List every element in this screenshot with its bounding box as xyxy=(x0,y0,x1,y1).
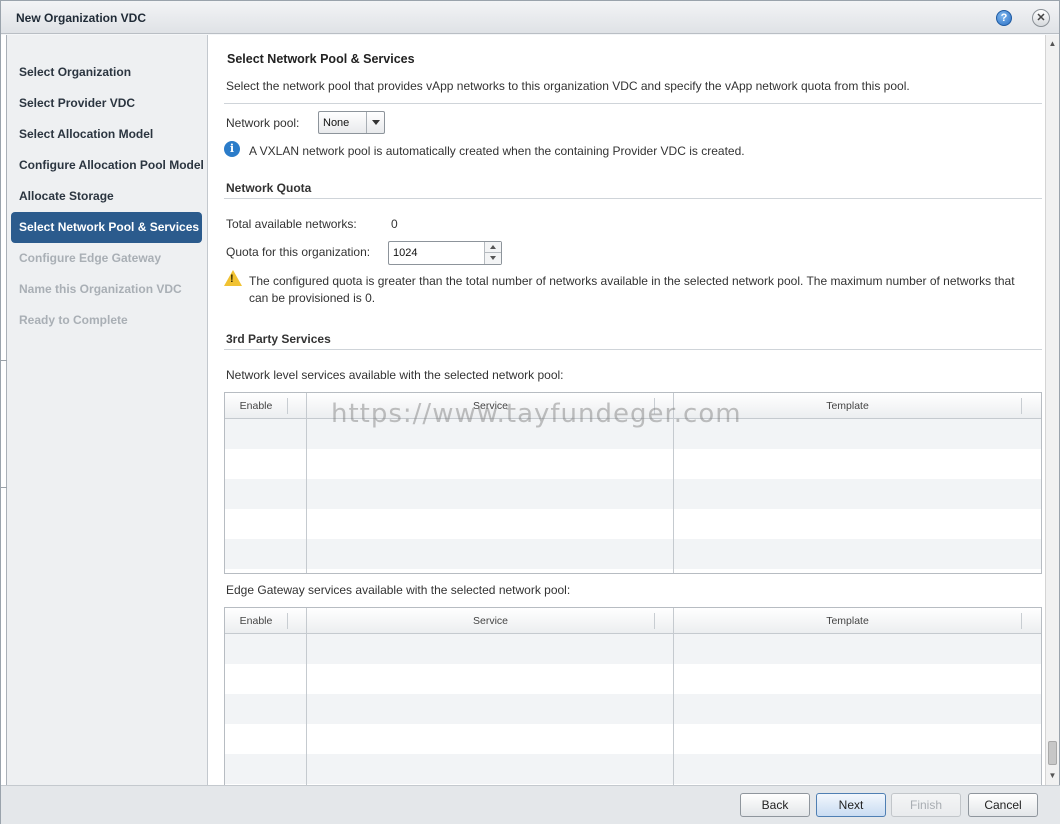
table-row xyxy=(225,509,1041,539)
scroll-up-icon[interactable]: ▲ xyxy=(1048,39,1057,48)
table-row xyxy=(225,724,1041,754)
column-line xyxy=(673,608,674,785)
edge-services-label: Edge Gateway services available with the… xyxy=(226,583,571,597)
quota-warning-line-2: can be provisioned is 0. xyxy=(249,291,376,305)
scroll-down-icon[interactable]: ▼ xyxy=(1048,771,1057,780)
quota-input[interactable] xyxy=(393,246,477,260)
network-services-table: Enable Service Template xyxy=(224,392,1042,574)
divider xyxy=(224,103,1042,104)
edge-services-table: Enable Service Template xyxy=(224,607,1042,785)
table-row xyxy=(225,419,1041,449)
step-configure-allocation-pool-model[interactable]: Configure Allocation Pool Model xyxy=(11,150,204,181)
table-row xyxy=(225,694,1041,724)
step-configure-edge-gateway: Configure Edge Gateway xyxy=(19,251,162,265)
dialog-title: New Organization VDC xyxy=(16,11,147,25)
column-line xyxy=(673,393,674,573)
network-quota-title: Network Quota xyxy=(226,181,312,195)
step-allocate-storage[interactable]: Allocate Storage xyxy=(11,181,202,212)
column-line xyxy=(306,393,307,573)
column-separator xyxy=(1021,398,1022,414)
step-select-network-pool-services[interactable]: Select Network Pool & Services xyxy=(11,212,202,243)
help-icon[interactable]: ? xyxy=(996,10,1012,26)
column-header-enable[interactable]: Enable xyxy=(225,393,287,419)
table-row xyxy=(225,539,1041,569)
new-organization-vdc-dialog: New Organization VDC ? ✕ Select Organiza… xyxy=(0,0,1060,824)
step-select-provider-vdc[interactable]: Select Provider VDC xyxy=(11,88,202,119)
network-pool-selected-value: None xyxy=(323,117,350,129)
next-button[interactable]: Next xyxy=(816,793,886,817)
stepper-down-icon[interactable] xyxy=(484,253,501,264)
network-pool-label: Network pool: xyxy=(226,116,300,130)
back-button[interactable]: Back xyxy=(740,793,810,817)
dialog-footer: Back Next Finish Cancel xyxy=(1,785,1060,824)
column-separator xyxy=(1021,613,1022,629)
finish-button: Finish xyxy=(891,793,961,817)
table-row xyxy=(225,754,1041,784)
divider xyxy=(224,198,1042,199)
column-header-service[interactable]: Service xyxy=(307,608,674,634)
column-separator xyxy=(654,613,655,629)
dialog-titlebar: New Organization VDC ? ✕ xyxy=(1,1,1059,34)
column-separator xyxy=(287,398,288,414)
vxlan-info-text: A VXLAN network pool is automatically cr… xyxy=(249,144,745,158)
wizard-steps: Select Organization Select Provider VDC … xyxy=(7,35,208,785)
info-icon: i xyxy=(224,141,240,157)
total-available-networks-label: Total available networks: xyxy=(226,217,357,231)
total-available-networks-value: 0 xyxy=(391,217,398,231)
network-pool-select[interactable]: None xyxy=(318,111,385,134)
table-row xyxy=(225,479,1041,509)
content-scrollbar[interactable]: ▲ ▼ xyxy=(1045,35,1059,785)
column-header-service[interactable]: Service xyxy=(307,393,674,419)
column-line xyxy=(306,608,307,785)
column-separator xyxy=(654,398,655,414)
step-name-organization-vdc: Name this Organization VDC xyxy=(19,282,182,296)
wizard-content: Select Network Pool & Services Select th… xyxy=(208,35,1045,785)
third-party-services-title: 3rd Party Services xyxy=(226,332,331,346)
quota-stepper[interactable] xyxy=(388,241,502,265)
network-services-label: Network level services available with th… xyxy=(226,368,564,382)
column-separator xyxy=(287,613,288,629)
warning-icon-mark: ! xyxy=(230,273,234,285)
table-row xyxy=(225,634,1041,664)
cancel-button[interactable]: Cancel xyxy=(968,793,1038,817)
step-select-allocation-model[interactable]: Select Allocation Model xyxy=(11,119,202,150)
page-description: Select the network pool that provides vA… xyxy=(226,79,910,93)
table-header: Enable Service Template xyxy=(225,608,1041,634)
page-title: Select Network Pool & Services xyxy=(227,52,415,66)
chevron-down-icon[interactable] xyxy=(366,112,384,133)
table-header: Enable Service Template xyxy=(225,393,1041,419)
stepper-up-icon[interactable] xyxy=(484,242,501,253)
column-header-template[interactable]: Template xyxy=(674,608,1021,634)
scrollbar-thumb[interactable] xyxy=(1048,741,1057,765)
close-icon[interactable]: ✕ xyxy=(1032,9,1050,27)
quota-label: Quota for this organization: xyxy=(226,245,371,259)
divider xyxy=(224,349,1042,350)
step-ready-to-complete: Ready to Complete xyxy=(19,313,128,327)
table-row xyxy=(225,664,1041,694)
column-header-template[interactable]: Template xyxy=(674,393,1021,419)
quota-warning-line-1: The configured quota is greater than the… xyxy=(249,274,1015,288)
table-row xyxy=(225,449,1041,479)
step-select-organization[interactable]: Select Organization xyxy=(11,57,202,88)
column-header-enable[interactable]: Enable xyxy=(225,608,287,634)
